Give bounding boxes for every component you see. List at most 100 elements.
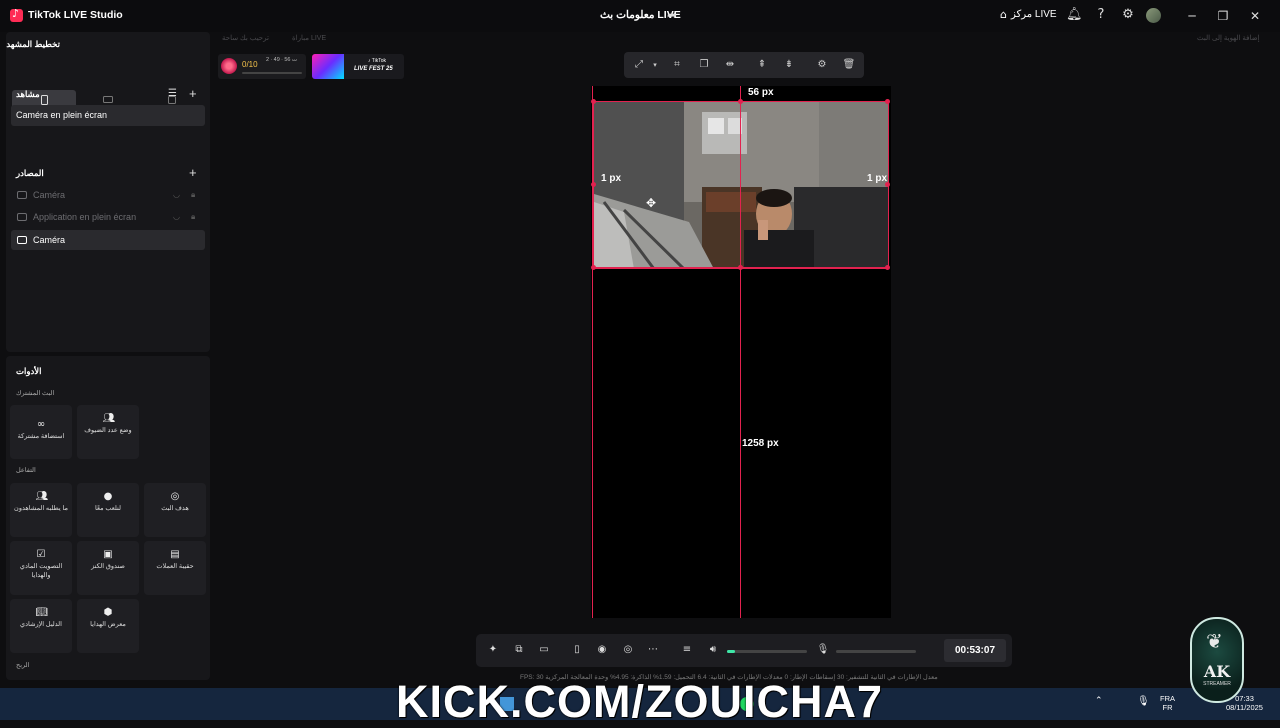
record-icon[interactable]: ◉ <box>595 643 609 657</box>
resize-handle[interactable] <box>885 265 890 270</box>
resize-icon[interactable]: ⤢ <box>632 58 646 72</box>
kick-watermark: KICK.COM/ZOUICHA7 <box>396 676 883 727</box>
bag-icon: ▤ <box>170 549 180 560</box>
settings-icon[interactable]: ⚙ <box>815 58 829 72</box>
phone-icon <box>40 94 48 105</box>
language-indicator[interactable]: FRA FR <box>1160 694 1175 712</box>
speaker-icon[interactable]: 🔊︎ <box>706 643 720 657</box>
live-center-button[interactable]: ⌂ مركز LIVE <box>1000 8 1057 21</box>
home-icon: ⌂ <box>1000 8 1007 21</box>
camera-source[interactable] <box>593 101 889 268</box>
livefest-art <box>312 54 344 79</box>
resize-handle[interactable] <box>591 99 596 104</box>
tool-guide[interactable]: 📖︎ الدليل الإرشادي <box>10 599 72 653</box>
tool-coin-bag[interactable]: ▤ حقيبة العملات <box>144 541 206 595</box>
tool-label: الدليل الإرشادي <box>20 621 62 628</box>
app-title: TikTok LIVE Studio <box>28 9 123 21</box>
tool-play-together[interactable]: ● لنلعب معًا <box>77 483 139 537</box>
resize-handle[interactable] <box>738 99 743 104</box>
layer-up-icon[interactable]: ⇞ <box>755 58 769 72</box>
mic-tray-icon[interactable]: 🎙︎ <box>1137 696 1150 707</box>
volume-slider[interactable] <box>727 650 807 653</box>
rose-icon <box>221 58 237 74</box>
faded-widget-identity[interactable]: إضافة الهوية إلى البث <box>1197 34 1260 42</box>
tool-cohost[interactable]: ∞ استضافة مشتركة <box>10 405 72 459</box>
user-icon: ● <box>103 491 113 502</box>
tool-live-goal[interactable]: ◎ هدف البث <box>144 483 206 537</box>
goal-widget[interactable]: 0/10 ت 56 ∙ 49 ∙ 2 <box>218 54 306 79</box>
tool-label: هدف البث <box>161 505 189 512</box>
layout-title: تخطيط المشهد <box>6 39 60 49</box>
chevron-down-icon[interactable]: ▾ <box>648 58 662 72</box>
mixer-icon[interactable]: ≡ <box>680 643 694 657</box>
tiktok-logo-icon <box>10 7 23 22</box>
tool-treasure-box[interactable]: ▣ صندوق الكنز <box>77 541 139 595</box>
trash-icon[interactable]: 🗑︎ <box>842 58 856 72</box>
source-label: Caméra <box>33 190 66 200</box>
layer-down-icon[interactable]: ⇟ <box>782 58 796 72</box>
tools-title: الأدوات <box>16 366 42 376</box>
more-icon[interactable]: ⋯ <box>646 643 660 657</box>
margin-label-bottom: 1258 px <box>742 438 779 449</box>
tray-expand-icon[interactable]: ⌃ <box>1095 696 1103 706</box>
replay-icon[interactable]: ◎ <box>621 643 635 657</box>
faded-widget-match[interactable]: مباراة LIVE <box>292 34 326 42</box>
list-icon[interactable]: ☰ <box>168 88 177 99</box>
copy-icon[interactable]: ❐ <box>697 58 711 72</box>
resize-handle[interactable] <box>738 265 743 270</box>
add-scene-icon[interactable]: + <box>189 86 197 101</box>
share-icon[interactable]: ➦ <box>667 8 677 22</box>
help-icon[interactable]: ? <box>1093 7 1109 23</box>
avatar[interactable] <box>1146 8 1161 23</box>
lock-icon[interactable]: 🔒︎ <box>191 185 195 205</box>
title-bar: TikTok LIVE Studio معلومات بث LIVE ➦ ⌂ م… <box>0 0 1280 32</box>
faded-widget-welcome[interactable]: ترحيب بك ساحة <box>222 34 269 42</box>
source-item-camera[interactable]: Caméra ◡ 🔒︎ <box>11 185 205 205</box>
source-item-camera-active[interactable]: Caméra <box>11 230 205 250</box>
mic-muted-icon[interactable]: 🎙︎ <box>816 643 830 657</box>
flip-icon[interactable]: ⇹ <box>723 58 737 72</box>
media-icon[interactable]: ▭ <box>537 643 551 657</box>
source-label: Application en plein écran <box>33 212 137 222</box>
tool-label: لنلعب معًا <box>94 505 122 512</box>
scene-switch-icon[interactable]: ⧉ <box>512 643 526 657</box>
landscape-icon <box>103 96 113 103</box>
add-source-icon[interactable]: + <box>189 165 197 180</box>
book-icon: 📖︎ <box>35 607 49 618</box>
close-button[interactable]: ✕ <box>1245 6 1265 26</box>
crop-icon[interactable]: ⌗ <box>670 58 684 72</box>
source-item-fullscreen-app[interactable]: Application en plein écran ◡ 🔒︎ <box>11 207 205 227</box>
resize-handle[interactable] <box>591 182 596 187</box>
bell-icon[interactable]: 🔔︎ <box>1066 7 1083 23</box>
ak-logo-text: AK <box>1203 662 1231 681</box>
tool-viewer-requests[interactable]: 👥︎ ما يطلبه المشاهدون <box>10 483 72 537</box>
margin-label-right: 1 px <box>867 173 888 184</box>
resize-handle[interactable] <box>885 99 890 104</box>
restore-button[interactable]: ❐ <box>1213 6 1233 26</box>
control-bar: ✦ ⧉ ▭ ▯ ◉ ◎ ⋯ ≡ 🔊︎ 🎙︎ 00:53:07 <box>476 634 1012 667</box>
visibility-icon[interactable]: ◡ <box>173 207 180 227</box>
section-earnings: الربح <box>16 662 30 669</box>
goal-progress <box>242 72 302 74</box>
ak-logo-sub: STREAMER <box>1203 681 1231 687</box>
edit-toolbar: ⤢ ▾ ⌗ ❐ ⇹ ⇞ ⇟ ⚙ 🗑︎ <box>624 52 864 78</box>
camera-icon <box>17 236 27 244</box>
magic-wand-icon[interactable]: ✦ <box>486 643 500 657</box>
tool-guest-mode[interactable]: 👥︎ وضع عدد الضيوف <box>77 405 139 459</box>
tool-poll[interactable]: ☑ التصويت المادي والهدايا <box>10 541 72 595</box>
tool-label: وضع عدد الضيوف <box>84 427 132 434</box>
tool-gift-gallery[interactable]: ⬢ معرض الهدايا <box>77 599 139 653</box>
lang-top: FRA <box>1160 694 1175 703</box>
mic-slider[interactable] <box>836 650 916 653</box>
lock-icon[interactable]: 🔒︎ <box>191 207 195 227</box>
resize-handle[interactable] <box>591 265 596 270</box>
scene-item[interactable]: Caméra en plein écran <box>11 105 205 126</box>
minimize-button[interactable]: ─ <box>1182 6 1202 26</box>
livefest-text: LIVE FEST 25 <box>354 66 393 72</box>
livefest-banner[interactable]: ♪ TikTok LIVE FEST 25 <box>312 54 404 79</box>
margin-label-left: 1 px <box>601 173 622 184</box>
visibility-icon[interactable]: ◡ <box>173 185 180 205</box>
phone-icon[interactable]: ▯ <box>570 643 584 657</box>
settings-icon[interactable]: ⚙ <box>1120 7 1136 23</box>
tool-label: استضافة مشتركة <box>17 433 65 440</box>
